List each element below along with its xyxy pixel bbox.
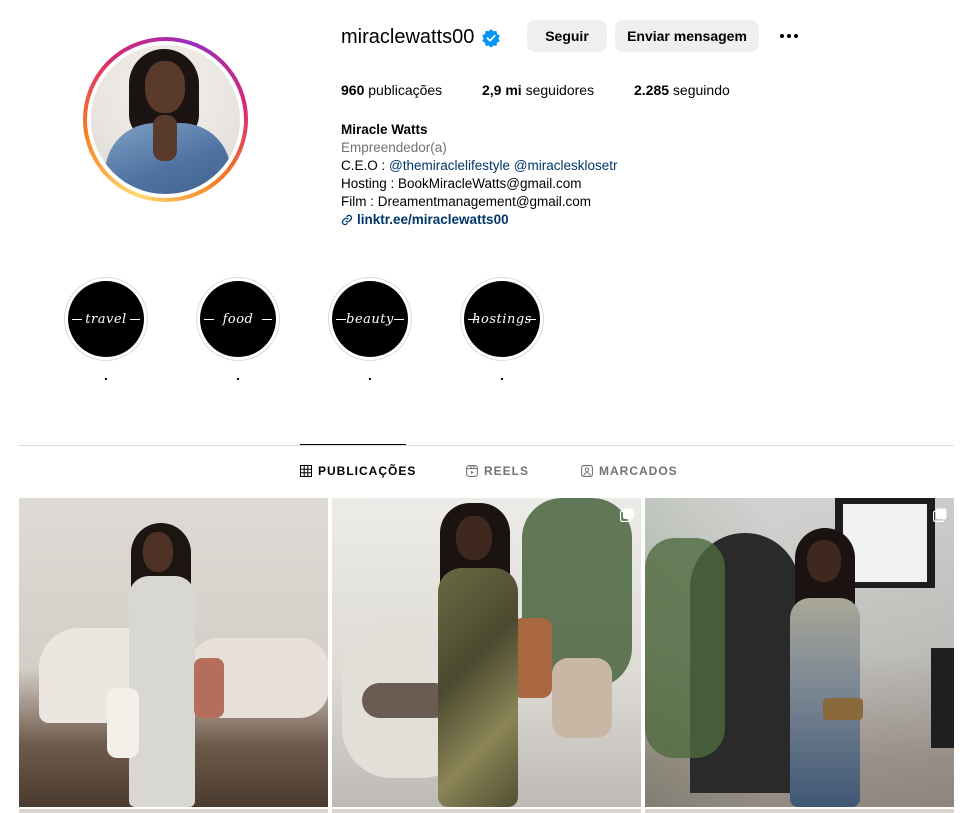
profile-avatar[interactable] <box>83 37 248 202</box>
plant-shape <box>645 538 725 758</box>
side-table-shape <box>194 658 224 718</box>
send-message-button[interactable]: Enviar mensagem <box>615 20 759 52</box>
highlight-cover-food: food <box>200 281 276 357</box>
highlight-food[interactable]: food . <box>196 277 280 383</box>
profile-username: miraclewatts00 <box>341 26 475 48</box>
planter-shape <box>552 658 612 738</box>
verified-badge-icon <box>482 29 500 48</box>
bio-external-link[interactable]: linktr.ee/miraclewatts00 <box>341 211 618 229</box>
follow-button[interactable]: Seguir <box>527 20 607 52</box>
highlight-cover-travel: travel <box>68 281 144 357</box>
avatar-neck <box>153 115 177 161</box>
bag-shape <box>512 618 552 698</box>
highlight-ring: hostings <box>460 277 544 361</box>
highlight-ring: beauty <box>328 277 412 361</box>
bio-ceo-line: C.E.O : @themiraclelifestyle @miracleskl… <box>341 158 618 173</box>
tab-posts[interactable]: PUBLICAÇÕES <box>300 464 416 478</box>
shelf-shape <box>931 648 954 748</box>
highlight-label: . <box>368 367 372 383</box>
followers-count-stat[interactable]: 2,9 mi seguidores <box>482 82 594 98</box>
bio-name: Miracle Watts <box>341 122 428 137</box>
face-shape <box>807 540 841 582</box>
face-shape <box>456 516 492 560</box>
grid-icon <box>300 465 312 477</box>
more-options-icon[interactable] <box>774 28 804 44</box>
highlight-label: . <box>104 367 108 383</box>
camo-outfit-shape <box>438 568 518 807</box>
highlight-cover-hostings: hostings <box>464 281 540 357</box>
highlight-cover-beauty: beauty <box>332 281 408 357</box>
post-thumbnail-next-row[interactable] <box>19 809 328 813</box>
dress-shape <box>129 576 195 807</box>
post-thumbnail[interactable] <box>645 498 954 807</box>
window-shape <box>843 504 927 582</box>
link-icon <box>341 214 353 226</box>
posts-count-stat: 960 publicações <box>341 82 443 98</box>
mention-link-kloset[interactable]: @miraclesklosetr <box>514 158 618 173</box>
bag-shape <box>107 688 139 758</box>
bio-category: Empreendedor(a) <box>341 140 447 155</box>
following-count-stat[interactable]: 2.285 seguindo <box>634 82 730 98</box>
profile-bio: Miracle Watts Empreendedor(a) C.E.O : @t… <box>341 121 618 229</box>
avatar-face <box>145 61 185 113</box>
post-thumbnail[interactable] <box>332 498 641 807</box>
reels-icon <box>466 465 478 477</box>
post-thumbnail[interactable] <box>19 498 328 807</box>
mention-link-lifestyle[interactable]: @themiraclelifestyle <box>389 158 510 173</box>
carousel-indicator-icon <box>620 508 634 522</box>
highlight-hostings[interactable]: hostings . <box>460 277 544 383</box>
highlight-label: . <box>236 367 240 383</box>
face-shape <box>143 532 173 572</box>
avatar-photo <box>91 45 240 194</box>
highlight-beauty[interactable]: beauty . <box>328 277 412 383</box>
clutch-shape <box>823 698 863 720</box>
tabs-divider <box>18 445 954 446</box>
post-thumbnail-next-row[interactable] <box>332 809 641 813</box>
highlight-ring: food <box>196 277 280 361</box>
post-thumbnail-next-row[interactable] <box>645 809 954 813</box>
bio-film-line: Film : Dreamentmanagement@gmail.com <box>341 194 592 209</box>
highlight-label: . <box>500 367 504 383</box>
highlight-ring: travel <box>64 277 148 361</box>
avatar-inner <box>87 41 244 198</box>
tagged-icon <box>581 465 593 477</box>
active-tab-indicator <box>300 444 406 445</box>
tab-reels[interactable]: REELS <box>466 464 529 478</box>
bio-hosting-line: Hosting : BookMiracleWatts@gmail.com <box>341 176 582 191</box>
highlight-travel[interactable]: travel . <box>64 277 148 383</box>
carousel-indicator-icon <box>933 508 947 522</box>
tab-tagged[interactable]: MARCADOS <box>581 464 678 478</box>
